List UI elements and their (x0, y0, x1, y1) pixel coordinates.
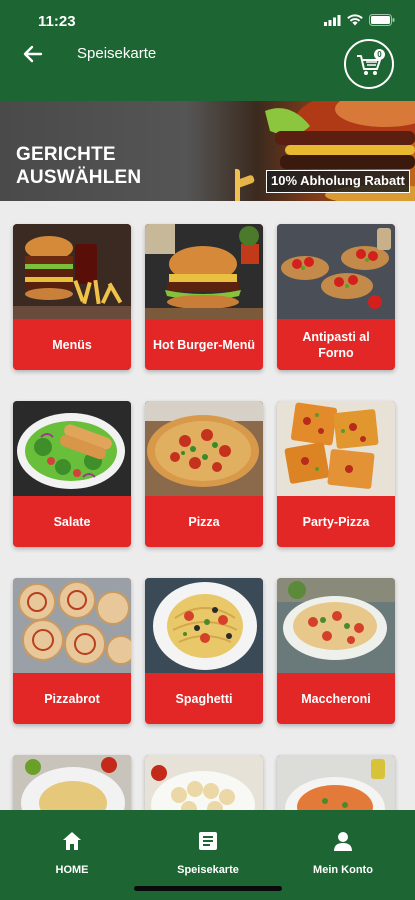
home-indicator[interactable] (134, 886, 282, 891)
pizzabrot-photo (13, 578, 131, 673)
discount-badge: 10% Abholung Rabatt (266, 170, 410, 193)
category-card-hot-burger[interactable]: Hot Burger-Menü (145, 224, 263, 370)
category-label: Maccheroni (301, 691, 371, 706)
category-card-antipasti[interactable]: Antipasti al Forno (277, 224, 395, 370)
category-card-party-pizza[interactable]: Party-Pizza (277, 401, 395, 547)
category-card-salate[interactable]: Salate (13, 401, 131, 547)
home-icon (63, 832, 81, 850)
category-card-spaghetti[interactable]: Spaghetti (145, 578, 263, 724)
nav-item-home[interactable]: HOME (12, 830, 132, 876)
menu-doc-icon (199, 832, 217, 850)
pizza-photo (145, 401, 263, 496)
user-icon (334, 832, 352, 851)
category-label: Party-Pizza (302, 514, 370, 529)
party-pizza-photo (277, 401, 395, 496)
salad-photo (13, 401, 131, 496)
maccheroni-photo (277, 578, 395, 673)
status-time: 11:23 (38, 13, 76, 30)
status-icons (324, 14, 395, 26)
spaghetti-photo (145, 578, 263, 673)
category-label: Pizzabrot (44, 691, 100, 706)
cart-button[interactable]: 0 (344, 39, 394, 89)
bottom-navigation: HOME Speisekarte Mein Konto (0, 810, 415, 900)
back-button[interactable] (20, 41, 46, 67)
nav-label-speisekarte: Speisekarte (177, 864, 239, 876)
banner-title-line1: GERICHTE (16, 144, 116, 165)
battery-icon (369, 14, 395, 26)
burger-menu-photo (13, 224, 131, 319)
category-label: Antipasti al Forno (302, 329, 370, 360)
wifi-icon (347, 14, 363, 26)
page-title: Speisekarte (77, 45, 157, 62)
menu-banner: GERICHTE AUSWÄHLEN 10% Abholung Rabatt (0, 101, 415, 201)
category-card-menus[interactable]: Menüs (13, 224, 131, 370)
cart-count-badge: 0 (374, 49, 385, 60)
banner-title-line2: AUSWÄHLEN (16, 167, 142, 188)
banner-title: GERICHTE AUSWÄHLEN (16, 143, 141, 189)
category-card-pizza[interactable]: Pizza (145, 401, 263, 547)
category-label: Pizza (188, 514, 220, 529)
shopping-cart-icon (357, 55, 381, 75)
category-label: Hot Burger-Menü (152, 337, 256, 352)
signal-icon (324, 14, 341, 26)
nav-item-speisekarte[interactable]: Speisekarte (148, 830, 268, 876)
nav-label-mein-konto: Mein Konto (313, 864, 373, 876)
category-card-maccheroni[interactable]: Maccheroni (277, 578, 395, 724)
category-card-pizzabrot[interactable]: Pizzabrot (13, 578, 131, 724)
app-header: 11:23 Speisekarte 0 (0, 0, 415, 101)
hot-burger-photo (145, 224, 263, 319)
category-label: Menüs (52, 337, 92, 352)
category-label: Spaghetti (175, 691, 233, 706)
nav-item-mein-konto[interactable]: Mein Konto (283, 830, 403, 876)
arrow-left-icon (23, 45, 43, 63)
antipasti-photo (277, 224, 395, 319)
status-bar: 11:23 (0, 0, 415, 44)
nav-label-home: HOME (55, 864, 89, 876)
category-label: Salate (53, 514, 91, 529)
